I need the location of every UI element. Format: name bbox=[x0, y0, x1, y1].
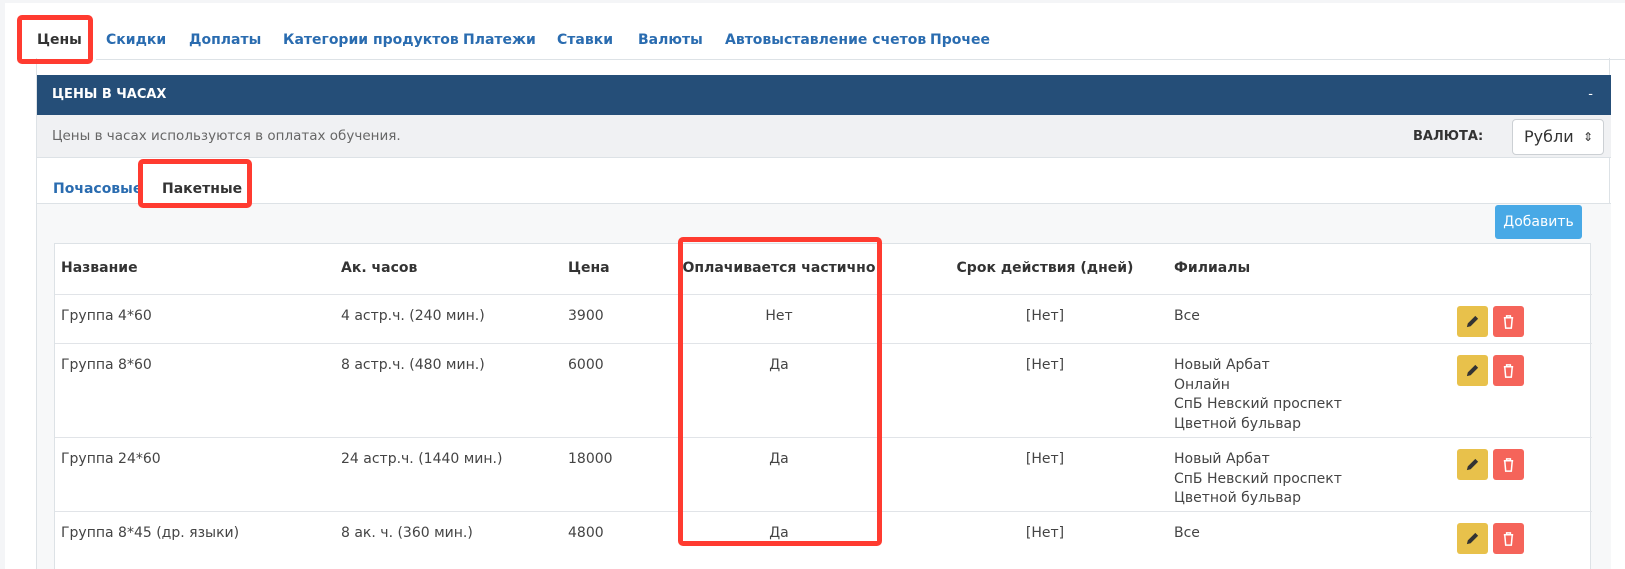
info-bar: Цены в часах используются в оплатах обуч… bbox=[37, 115, 1611, 158]
row-price: 3900 bbox=[568, 308, 604, 324]
delete-button[interactable] bbox=[1493, 449, 1524, 480]
row-price: 6000 bbox=[568, 357, 604, 373]
tab-surcharges[interactable]: Доплаты bbox=[189, 20, 261, 60]
currency-select[interactable]: Рубли ⇕ bbox=[1512, 119, 1604, 155]
pencil-icon bbox=[1466, 315, 1479, 328]
collapse-button[interactable]: - bbox=[1588, 75, 1593, 115]
branch-item: Новый Арбат bbox=[1174, 451, 1270, 467]
info-text: Цены в часах используются в оплатах обуч… bbox=[52, 128, 401, 144]
delete-button[interactable] bbox=[1493, 306, 1524, 337]
branch-item: Цветной бульвар bbox=[1174, 415, 1301, 432]
edit-button[interactable] bbox=[1457, 355, 1488, 386]
edit-button[interactable] bbox=[1457, 523, 1488, 554]
panel-header: ЦЕНЫ В ЧАСАХ - bbox=[37, 75, 1611, 115]
col-header-hours: Ак. часов bbox=[341, 260, 418, 276]
trash-icon bbox=[1503, 315, 1514, 329]
delete-button[interactable] bbox=[1493, 523, 1524, 554]
currency-value: Рубли bbox=[1524, 127, 1574, 146]
currency-label: ВАЛЮТА: bbox=[1413, 129, 1484, 144]
row-term: [Нет] bbox=[1025, 451, 1065, 467]
row-term: [Нет] bbox=[1025, 308, 1065, 324]
delete-button[interactable] bbox=[1493, 355, 1524, 386]
branch-item: Новый Арбат bbox=[1174, 357, 1270, 373]
branch-item: СпБ Невский проспект bbox=[1174, 396, 1342, 412]
col-header-price: Цена bbox=[568, 260, 610, 276]
pencil-icon bbox=[1466, 532, 1479, 545]
trash-icon bbox=[1503, 532, 1514, 546]
row-price: 18000 bbox=[568, 451, 613, 467]
row-hours: 8 астр.ч. (480 мин.) bbox=[341, 357, 485, 373]
col-header-term: Срок действия (дней) bbox=[956, 260, 1134, 276]
row-branches: Все bbox=[1174, 307, 1200, 327]
branch-item: СпБ Невский проспект bbox=[1174, 470, 1342, 487]
row-term: [Нет] bbox=[1025, 525, 1065, 541]
tab-currencies[interactable]: Валюты bbox=[638, 20, 703, 60]
row-price: 4800 bbox=[568, 525, 604, 541]
row-term: [Нет] bbox=[1025, 357, 1065, 373]
row-branches: Новый Арбат СпБ Невский проспект Цветной… bbox=[1174, 450, 1342, 509]
trash-icon bbox=[1503, 458, 1514, 472]
highlight-partial-column bbox=[678, 237, 882, 546]
row-hours: 24 астр.ч. (1440 мин.) bbox=[341, 451, 503, 467]
pencil-icon bbox=[1466, 458, 1479, 471]
highlight-prices-tab bbox=[17, 15, 93, 64]
add-button[interactable]: Добавить bbox=[1495, 205, 1582, 239]
row-name: Группа 4*60 bbox=[61, 308, 152, 324]
col-header-name: Название bbox=[61, 260, 138, 276]
branch-item: Все bbox=[1174, 308, 1200, 324]
tab-discounts[interactable]: Скидки bbox=[106, 20, 166, 60]
tab-other[interactable]: Прочее bbox=[930, 20, 990, 60]
tab-rates[interactable]: Ставки bbox=[557, 20, 613, 60]
branch-item: Цветной бульвар bbox=[1174, 490, 1301, 506]
row-branches: Все bbox=[1174, 524, 1200, 544]
branch-item: Онлайн bbox=[1174, 376, 1230, 393]
row-name: Группа 8*45 (др. языки) bbox=[61, 525, 240, 541]
row-branches: Новый Арбат Онлайн СпБ Невский проспект … bbox=[1174, 356, 1342, 434]
select-arrows-icon: ⇕ bbox=[1582, 130, 1593, 144]
row-hours: 4 астр.ч. (240 мин.) bbox=[341, 308, 485, 324]
row-name: Группа 24*60 bbox=[61, 451, 161, 467]
highlight-packages-tab bbox=[138, 159, 252, 208]
row-hours: 8 ак. ч. (360 мин.) bbox=[341, 525, 473, 541]
trash-icon bbox=[1503, 364, 1514, 378]
tab-product-categories[interactable]: Категории продуктов bbox=[283, 20, 459, 60]
pencil-icon bbox=[1466, 364, 1479, 377]
tab-auto-invoicing[interactable]: Автовыставление счетов bbox=[725, 20, 926, 60]
row-name: Группа 8*60 bbox=[61, 357, 152, 373]
subtab-hourly[interactable]: Почасовые bbox=[53, 174, 142, 204]
panel-title: ЦЕНЫ В ЧАСАХ bbox=[52, 87, 167, 102]
col-header-branches: Филиалы bbox=[1174, 260, 1251, 276]
edit-button[interactable] bbox=[1457, 306, 1488, 337]
edit-button[interactable] bbox=[1457, 449, 1488, 480]
branch-item: Все bbox=[1174, 525, 1200, 541]
tab-payments[interactable]: Платежи bbox=[463, 20, 536, 60]
